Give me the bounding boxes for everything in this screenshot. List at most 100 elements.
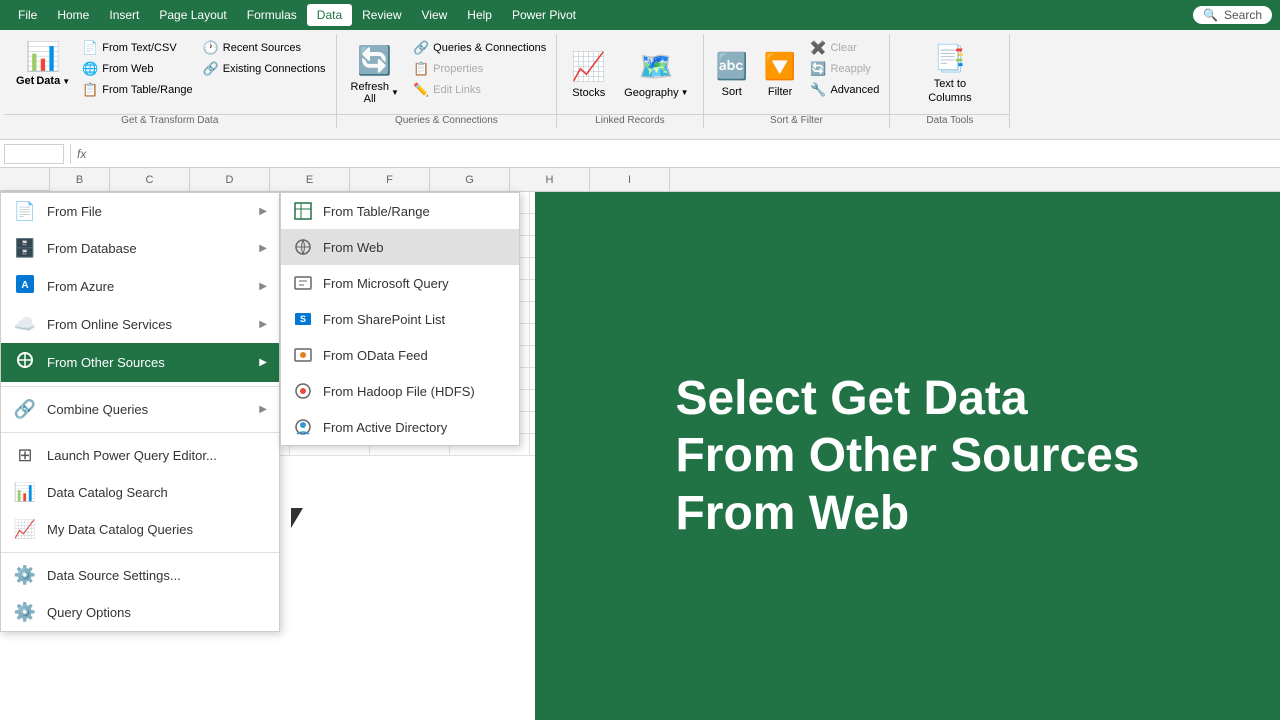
from-web-button[interactable]: 🌐 From Web — [78, 59, 196, 79]
sub-from-web[interactable]: From Web — [281, 229, 519, 265]
data-catalog-search-label: Data Catalog Search — [47, 485, 168, 500]
ribbon-group-linked: 📈 Stocks 🗺️ Geography ▼ Linked Records — [557, 34, 703, 128]
from-web-icon: 🌐 — [82, 61, 98, 77]
sub-sharepoint-label: From SharePoint List — [323, 312, 445, 327]
dropdown-divider-2 — [1, 432, 279, 433]
sub-from-active-directory[interactable]: From Active Directory — [281, 409, 519, 445]
properties-button[interactable]: 📋 Properties — [409, 59, 550, 79]
reapply-button[interactable]: 🔄 Reapply — [806, 59, 883, 79]
menu-home[interactable]: Home — [47, 4, 99, 26]
overlay-line1: Select Get Data — [675, 370, 1139, 428]
from-database-icon: 🗄️ — [13, 238, 37, 259]
sub-from-table-range[interactable]: From Table/Range — [281, 193, 519, 229]
text-to-columns-button[interactable]: 📑 Text toColumns — [920, 38, 979, 110]
sub-from-web-label: From Web — [323, 240, 383, 255]
menu-power-pivot[interactable]: Power Pivot — [502, 4, 586, 26]
dropdown-divider-3 — [1, 552, 279, 553]
menu-page-layout[interactable]: Page Layout — [149, 4, 236, 26]
dropdown-from-other-sources[interactable]: From Other Sources ▶ — [1, 343, 279, 382]
overlay-line2: From Other Sources — [675, 427, 1139, 485]
data-source-settings-label: Data Source Settings... — [47, 568, 181, 583]
sub-ms-query-label: From Microsoft Query — [323, 276, 449, 291]
menu-file[interactable]: File — [8, 4, 47, 26]
dropdown-from-azure[interactable]: A From Azure ▶ — [1, 267, 279, 306]
reapply-label: Reapply — [830, 63, 870, 75]
col-header-c[interactable]: C — [110, 168, 190, 191]
reapply-icon: 🔄 — [810, 61, 826, 77]
recent-sources-label: Recent Sources — [223, 42, 301, 54]
sub-ms-query-icon — [293, 273, 313, 293]
menu-data[interactable]: Data — [307, 4, 352, 26]
from-table-range-button[interactable]: 📋 From Table/Range — [78, 80, 196, 100]
from-azure-label: From Azure — [47, 279, 114, 294]
sub-from-odata[interactable]: From OData Feed — [281, 337, 519, 373]
dropdown-from-online-services[interactable]: ☁️ From Online Services ▶ — [1, 306, 279, 343]
sub-from-microsoft-query[interactable]: From Microsoft Query — [281, 265, 519, 301]
menu-review[interactable]: Review — [352, 4, 411, 26]
dropdown-query-options[interactable]: ⚙️ Query Options — [1, 594, 279, 631]
dropdown-data-source-settings[interactable]: ⚙️ Data Source Settings... — [1, 557, 279, 594]
col-header-h[interactable]: H — [510, 168, 590, 191]
launch-pq-icon: ⊞ — [13, 445, 37, 466]
advanced-button[interactable]: 🔧 Advanced — [806, 80, 883, 100]
formula-bar: fx — [0, 140, 1280, 168]
existing-icon: 🔗 — [203, 61, 219, 77]
sub-table-range-icon — [293, 201, 313, 221]
query-options-label: Query Options — [47, 605, 131, 620]
col-header-f[interactable]: F — [350, 168, 430, 191]
geography-button[interactable]: 🗺️ Geography ▼ — [616, 38, 696, 110]
launch-pq-label: Launch Power Query Editor... — [47, 448, 217, 463]
svg-text:A: A — [21, 280, 28, 291]
stocks-button[interactable]: 📈 Stocks — [563, 38, 614, 110]
text-to-columns-label: Text toColumns — [928, 78, 971, 104]
queries-connections-button[interactable]: 🔗 Queries & Connections — [409, 38, 550, 58]
dropdown-my-data-catalog[interactable]: 📈 My Data Catalog Queries — [1, 511, 279, 548]
from-file-label: From File — [47, 204, 102, 219]
from-text-csv-button[interactable]: 📄 From Text/CSV — [78, 38, 196, 58]
dropdown-combine-queries[interactable]: 🔗 Combine Queries ▶ — [1, 391, 279, 428]
filter-button[interactable]: 🔽 Filter — [758, 38, 802, 110]
combine-queries-icon: 🔗 — [13, 399, 37, 420]
col-header-i[interactable]: I — [590, 168, 670, 191]
combine-queries-label: Combine Queries — [47, 402, 148, 417]
get-data-button[interactable]: 📊 Get Data ▼ — [10, 38, 76, 103]
ribbon-group-get-transform: 📊 Get Data ▼ 📄 From Text/CSV — [4, 34, 337, 128]
cell-reference-input[interactable] — [4, 144, 64, 164]
properties-label: Properties — [433, 63, 483, 75]
green-info-overlay: Select Get Data From Other Sources From … — [535, 192, 1280, 720]
dropdown-data-catalog-search[interactable]: 📊 Data Catalog Search — [1, 474, 279, 511]
col-header-d[interactable]: D — [190, 168, 270, 191]
group-data-tools-label: Data Tools — [890, 114, 1009, 128]
overlay-text: Select Get Data From Other Sources From … — [635, 350, 1179, 563]
group-get-transform-label: Get & Transform Data — [4, 114, 336, 128]
col-header-b[interactable]: B — [50, 168, 110, 191]
sub-hadoop-label: From Hadoop File (HDFS) — [323, 384, 475, 399]
from-text-csv-label: From Text/CSV — [102, 42, 176, 54]
sub-active-directory-icon — [293, 417, 313, 437]
menu-insert[interactable]: Insert — [99, 4, 149, 26]
search-label: Search — [1224, 8, 1262, 22]
query-options-icon: ⚙️ — [13, 602, 37, 623]
dropdown-from-database[interactable]: 🗄️ From Database ▶ — [1, 230, 279, 267]
recent-sources-button[interactable]: 🕐 Recent Sources — [199, 38, 330, 58]
col-header-g[interactable]: G — [430, 168, 510, 191]
sub-from-sharepoint[interactable]: S From SharePoint List — [281, 301, 519, 337]
text-to-columns-icon: 📑 — [934, 43, 966, 74]
dropdown-launch-pq-editor[interactable]: ⊞ Launch Power Query Editor... — [1, 437, 279, 474]
sort-button[interactable]: 🔤 Sort — [710, 38, 754, 110]
menu-view[interactable]: View — [412, 4, 458, 26]
formula-divider — [70, 144, 71, 164]
my-data-catalog-label: My Data Catalog Queries — [47, 522, 193, 537]
col-header-e[interactable]: E — [270, 168, 350, 191]
refresh-all-button[interactable]: 🔄 RefreshAll ▼ — [343, 38, 407, 110]
existing-connections-button[interactable]: 🔗 Existing Connections — [199, 59, 330, 79]
dropdown-from-file[interactable]: 📄 From File ▶ — [1, 193, 279, 230]
menu-formulas[interactable]: Formulas — [237, 4, 307, 26]
menu-bar: File Home Insert Page Layout Formulas Da… — [0, 0, 1280, 30]
from-azure-arrow-icon: ▶ — [259, 281, 267, 292]
edit-links-button[interactable]: ✏️ Edit Links — [409, 80, 550, 100]
clear-button[interactable]: ✖️ Clear — [806, 38, 883, 58]
menu-help[interactable]: Help — [457, 4, 502, 26]
sub-from-hadoop[interactable]: From Hadoop File (HDFS) — [281, 373, 519, 409]
get-data-label: Get — [16, 75, 34, 87]
